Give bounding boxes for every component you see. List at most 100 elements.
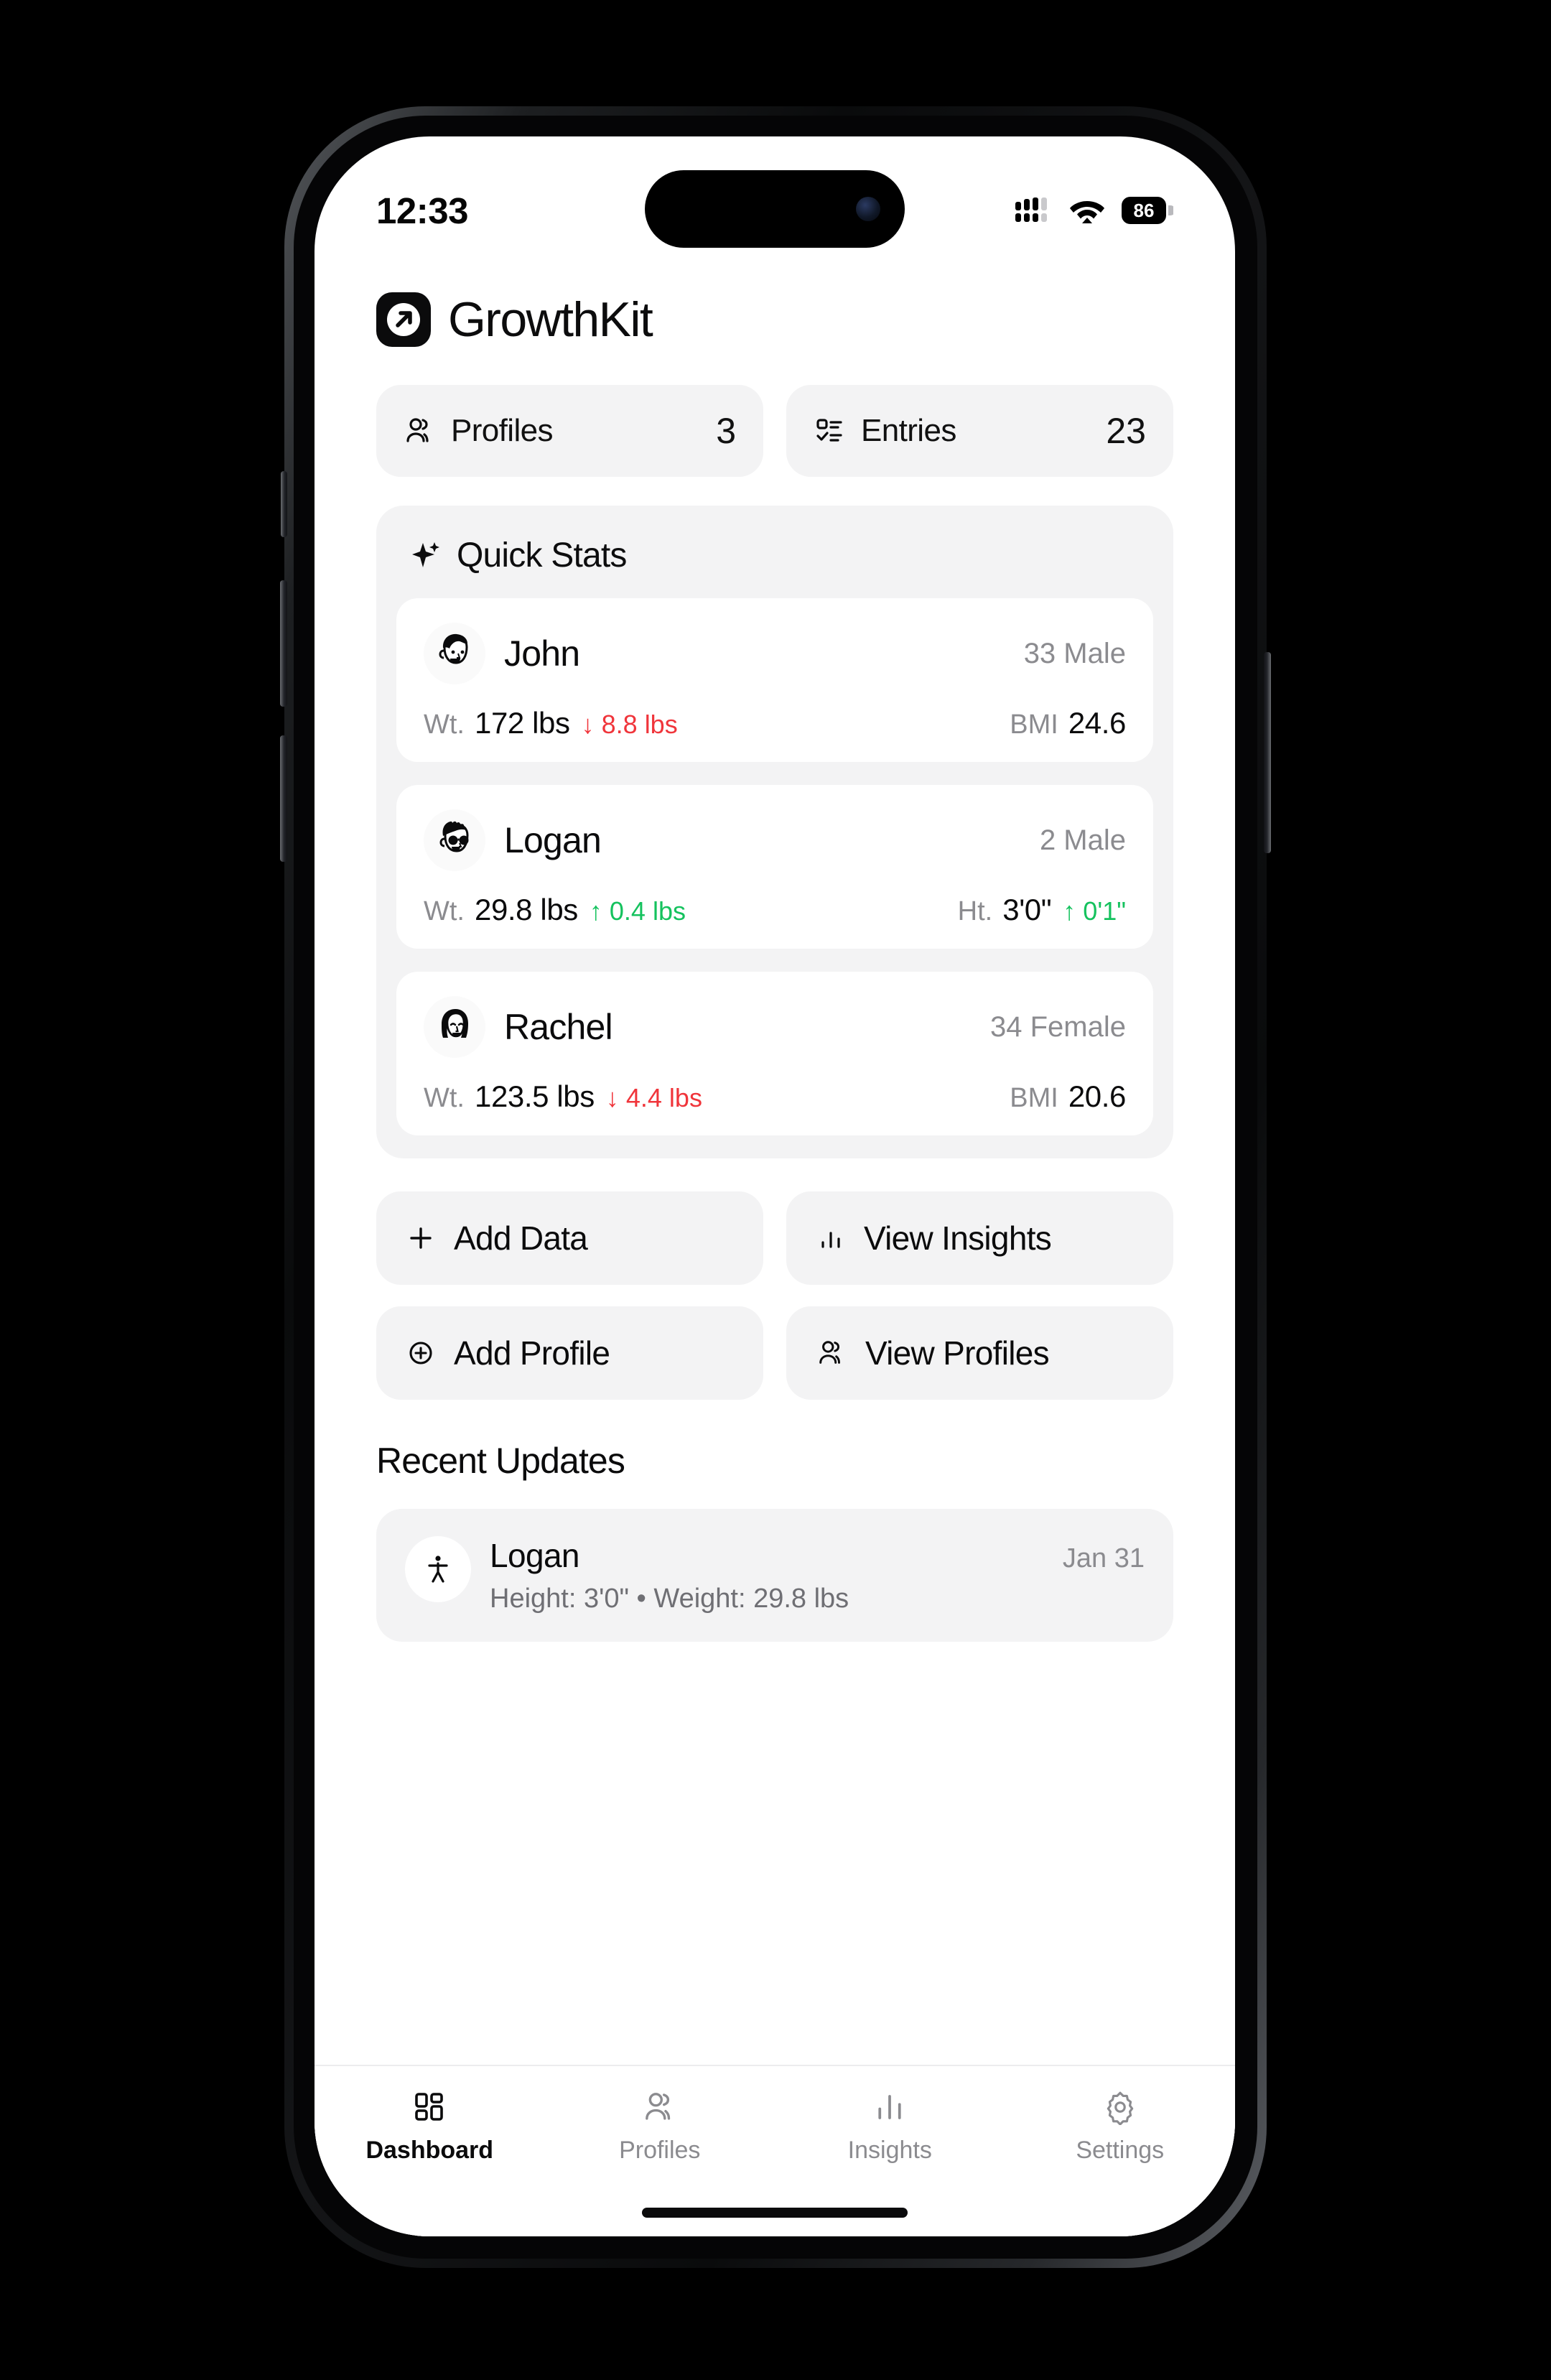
arrow-up-icon: ↑ [589,896,602,926]
bar-chart-icon [816,1224,845,1252]
summary-tile-profiles[interactable]: Profiles 3 [376,385,763,477]
arrow-down-icon: ↓ [605,1083,619,1112]
users-icon [816,1338,847,1368]
gear-icon [1102,2089,1138,2125]
page-title: GrowthKit [448,292,653,347]
profile-name: Logan [504,820,602,860]
home-indicator[interactable] [642,2208,908,2218]
metric-delta-value: 0.4 lbs [609,896,686,926]
recent-update-body: Logan Jan 31 Height: 3'0" • Weight: 29.8… [490,1536,1145,1614]
add-profile-button[interactable]: Add Profile [376,1306,763,1400]
metric-label: BMI [1010,1083,1058,1113]
profile-meta: 2 Male [1039,824,1126,856]
phone-screen: 12:33 86 GrowthKit Profiles 3 Entries 23… [315,136,1235,2236]
profile-card-metrics: Wt. 123.5 lbs ↓ 4.4 lbs BMI 20.6 [424,1079,1126,1114]
users-icon [642,2089,678,2125]
bar-chart-icon [872,2089,908,2125]
recent-update-details: Height: 3'0" • Weight: 29.8 lbs [490,1584,849,1614]
action-label: View Insights [864,1219,1052,1257]
screenshot-stage: 12:33 86 GrowthKit Profiles 3 Entries 23… [0,0,1551,2380]
metric-delta: ↑ 0.4 lbs [590,896,686,926]
person-standing-icon [405,1536,471,1602]
metric-label: BMI [1010,710,1058,740]
metric-label: Wt. [424,896,465,926]
recent-update-date: Jan 31 [1062,1543,1145,1574]
action-label: Add Data [454,1219,588,1257]
arrow-down-icon: ↓ [581,710,595,739]
quick-stats-header: Quick Stats [396,531,1153,575]
recent-update-name: Logan [490,1537,580,1574]
metric-value: 172 lbs [474,706,570,740]
metric-delta-value: 4.4 lbs [625,1083,702,1112]
phone-bezel: 12:33 86 GrowthKit Profiles 3 Entries 23… [294,116,1257,2259]
volume-up-button[interactable] [280,580,287,707]
summary-tiles: Profiles 3 Entries 23 [315,348,1235,477]
metric-delta-value: 0'1" [1083,896,1126,926]
dynamic-island [645,170,905,248]
tab-profiles[interactable]: Profiles [545,2089,776,2165]
metric-delta: ↓ 8.8 lbs [582,710,678,740]
profile-card-header: Logan 2 Male [424,809,1126,871]
plus-icon [406,1224,435,1252]
recent-updates-title: Recent Updates [376,1441,625,1481]
tab-dashboard[interactable]: Dashboard [315,2089,545,2165]
view-profiles-button[interactable]: View Profiles [786,1306,1173,1400]
metric-value: 123.5 lbs [474,1079,595,1113]
tab-label: Settings [1076,2137,1165,2164]
list-check-icon [814,415,845,447]
metric-label: Wt. [424,710,465,740]
tab-label: Insights [847,2137,932,2164]
profile-card-header: Rachel 34 Female [424,996,1126,1058]
action-label: View Profiles [865,1334,1050,1372]
profile-stat-card[interactable]: Logan 2 Male Wt. 29.8 lbs ↑ 0.4 lbs Ht. [396,785,1153,949]
volume-down-button[interactable] [280,735,287,862]
action-label: Add Profile [454,1334,610,1372]
arrow-up-icon: ↑ [1063,896,1076,926]
svg-text:86: 86 [1134,200,1155,221]
secondary-metric: Ht. 3'0" ↑ 0'1" [958,893,1126,927]
scroll-region[interactable]: GrowthKit Profiles 3 Entries 23 Quick St… [315,251,1235,2065]
tab-settings[interactable]: Settings [1005,2089,1236,2165]
metric-delta: ↓ 4.4 lbs [606,1083,702,1113]
app-content: GrowthKit Profiles 3 Entries 23 Quick St… [315,251,1235,2236]
mute-switch[interactable] [281,471,287,537]
power-button[interactable] [1264,652,1271,853]
secondary-metric: BMI 24.6 [1010,706,1126,740]
users-icon [404,415,435,447]
bottom-tab-bar: Dashboard Profiles Insights Settings [315,2065,1235,2236]
view-insights-button[interactable]: View Insights [786,1191,1173,1285]
tab-label: Profiles [619,2137,701,2164]
summary-tile-value: 23 [1106,411,1146,451]
profile-meta: 34 Female [990,1010,1126,1043]
sparkle-icon [411,540,442,572]
profile-card-metrics: Wt. 29.8 lbs ↑ 0.4 lbs Ht. 3'0" ↑ 0'1" [424,893,1126,927]
status-bar-clock: 12:33 [376,190,468,231]
profile-card-header: John 33 Male [424,623,1126,684]
wifi-icon [1069,197,1105,223]
front-camera-lens [856,197,880,221]
recent-update-row: Logan Jan 31 [490,1536,1145,1575]
quick-actions: Add Data View Insights Add Profile View … [315,1158,1235,1400]
arrow-up-right-logo-icon [376,292,431,347]
grid-dashboard-icon [411,2089,447,2125]
profile-name: John [504,633,580,674]
profile-stat-card[interactable]: John 33 Male Wt. 172 lbs ↓ 8.8 lbs BMI 2… [396,598,1153,762]
avatar-woman-icon [424,996,485,1058]
metric-value: 3'0" [1002,893,1052,926]
summary-tile-entries[interactable]: Entries 23 [786,385,1173,477]
app-header: GrowthKit [315,251,1235,348]
phone-frame: 12:33 86 GrowthKit Profiles 3 Entries 23… [280,106,1271,2268]
metric-delta: ↑ 0'1" [1063,896,1126,926]
metric-label: Ht. [957,896,993,926]
metric-value: 29.8 lbs [474,893,578,926]
metric-delta-value: 8.8 lbs [601,710,678,739]
avatar-man-icon [424,623,485,684]
summary-tile-value: 3 [716,411,736,451]
recent-update-item[interactable]: Logan Jan 31 Height: 3'0" • Weight: 29.8… [376,1509,1173,1642]
avatar-boy-sunglasses-icon [424,809,485,871]
profile-stat-card[interactable]: Rachel 34 Female Wt. 123.5 lbs ↓ 4.4 lbs… [396,972,1153,1135]
quick-stats-title: Quick Stats [457,536,627,575]
tab-insights[interactable]: Insights [775,2089,1005,2165]
quick-stats-section: Quick Stats John 33 Male Wt. 172 lbs ↓ 8… [376,506,1173,1158]
add-data-button[interactable]: Add Data [376,1191,763,1285]
